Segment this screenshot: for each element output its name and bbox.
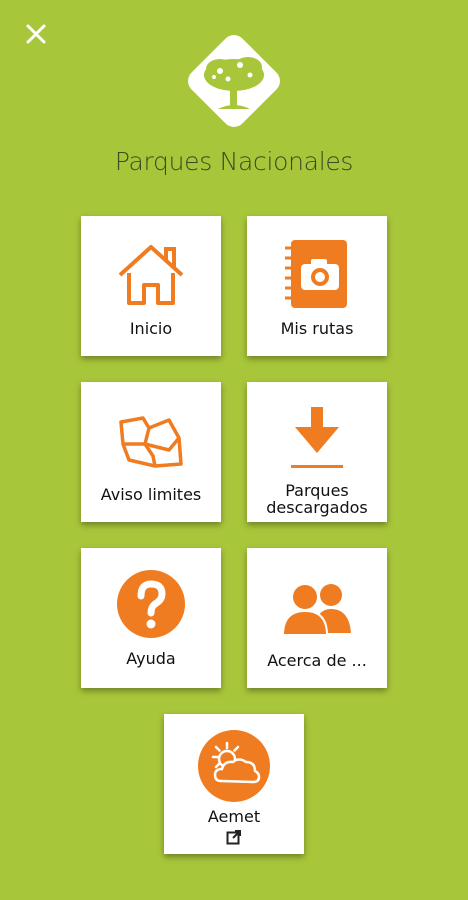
menu-acerca-de-label: Acerca de ...: [267, 651, 367, 670]
menu-acerca-de-button[interactable]: Acerca de ...: [247, 548, 387, 688]
close-button[interactable]: [22, 20, 50, 48]
close-icon: [26, 24, 46, 44]
menu-mis-rutas-label: Mis rutas: [280, 319, 354, 338]
menu-aemet-label: Aemet: [207, 807, 261, 826]
menu-mis-rutas-button[interactable]: Mis rutas: [247, 216, 387, 356]
external-link[interactable]: [226, 829, 242, 849]
label-line-2: descargados: [266, 498, 368, 517]
menu-ayuda-button[interactable]: Ayuda: [81, 548, 221, 688]
camera-notebook-icon: [285, 240, 347, 308]
weather-icon: [198, 730, 270, 802]
park-logo: [178, 25, 290, 137]
menu-parques-descargados-label: Parques descargados: [260, 482, 373, 516]
home-icon: [118, 245, 184, 305]
menu-inicio-button[interactable]: Inicio: [81, 216, 221, 356]
menu-inicio-label: Inicio: [129, 319, 173, 338]
map-boundaries-icon: [119, 416, 183, 468]
help-icon: [117, 570, 185, 638]
people-icon: [281, 583, 351, 636]
menu-aviso-limites-label: Aviso limites: [100, 485, 202, 504]
external-link-icon: [226, 830, 241, 845]
app-title: Parques Nacionales: [114, 147, 354, 176]
menu-ayuda-label: Ayuda: [126, 649, 176, 668]
download-icon: [291, 407, 343, 468]
menu-aemet-button[interactable]: Aemet: [164, 714, 304, 854]
menu-aviso-limites-button[interactable]: Aviso limites: [81, 382, 221, 522]
menu-parques-descargados-button[interactable]: Parques descargados: [247, 382, 387, 522]
